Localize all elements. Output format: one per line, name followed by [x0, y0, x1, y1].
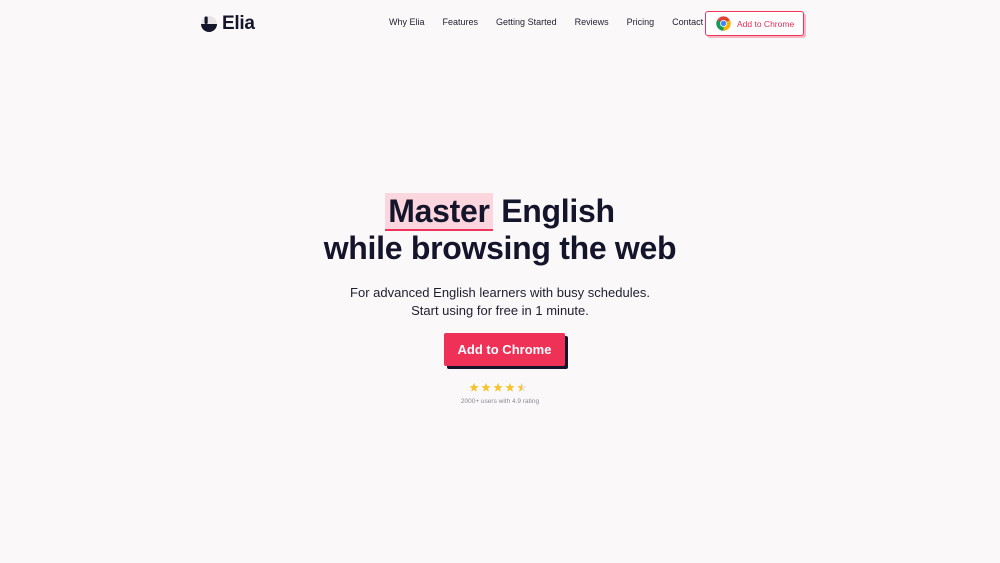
header-cta-label: Add to Chrome	[737, 18, 795, 29]
hero-subtitle: For advanced English learners with busy …	[0, 284, 1000, 320]
chrome-icon	[716, 16, 731, 31]
hero-title-line-2: while browsing the web	[323, 230, 677, 266]
hero-title-rest: English	[492, 193, 615, 229]
site-header: Elia Why Elia Features Getting Started R…	[0, 0, 1000, 48]
brand-name: Elia	[222, 13, 255, 34]
rating-stars	[469, 382, 527, 394]
nav-why-elia[interactable]: Why Elia	[389, 17, 425, 27]
hero-title-line-1: Master English	[0, 193, 1000, 231]
rating-caption: 2000+ users with 4.9 rating	[460, 398, 540, 405]
star-icon	[493, 383, 503, 392]
star-icon	[469, 383, 479, 392]
elia-logo-icon	[201, 16, 217, 32]
nav-getting-started[interactable]: Getting Started	[496, 17, 557, 27]
nav-pricing[interactable]: Pricing	[627, 17, 655, 27]
highlighted-word: Master	[385, 193, 493, 231]
star-icon	[481, 383, 491, 392]
subtitle-line-1: For advanced English learners with busy …	[350, 285, 650, 300]
brand-logo[interactable]: Elia	[200, 13, 255, 35]
half-star-icon	[517, 383, 527, 392]
nav-reviews[interactable]: Reviews	[575, 17, 609, 27]
hero-add-to-chrome-button[interactable]: Add to Chrome	[444, 333, 565, 366]
hero-title: Master English while browsing the web	[0, 193, 1000, 267]
nav-features[interactable]: Features	[443, 17, 479, 27]
subtitle-line-2: Start using for free in 1 minute.	[411, 303, 589, 318]
main-nav: Why Elia Features Getting Started Review…	[389, 17, 703, 27]
nav-contact[interactable]: Contact	[672, 17, 703, 27]
star-icon	[505, 383, 515, 392]
header-add-to-chrome-button[interactable]: Add to Chrome	[705, 11, 804, 36]
